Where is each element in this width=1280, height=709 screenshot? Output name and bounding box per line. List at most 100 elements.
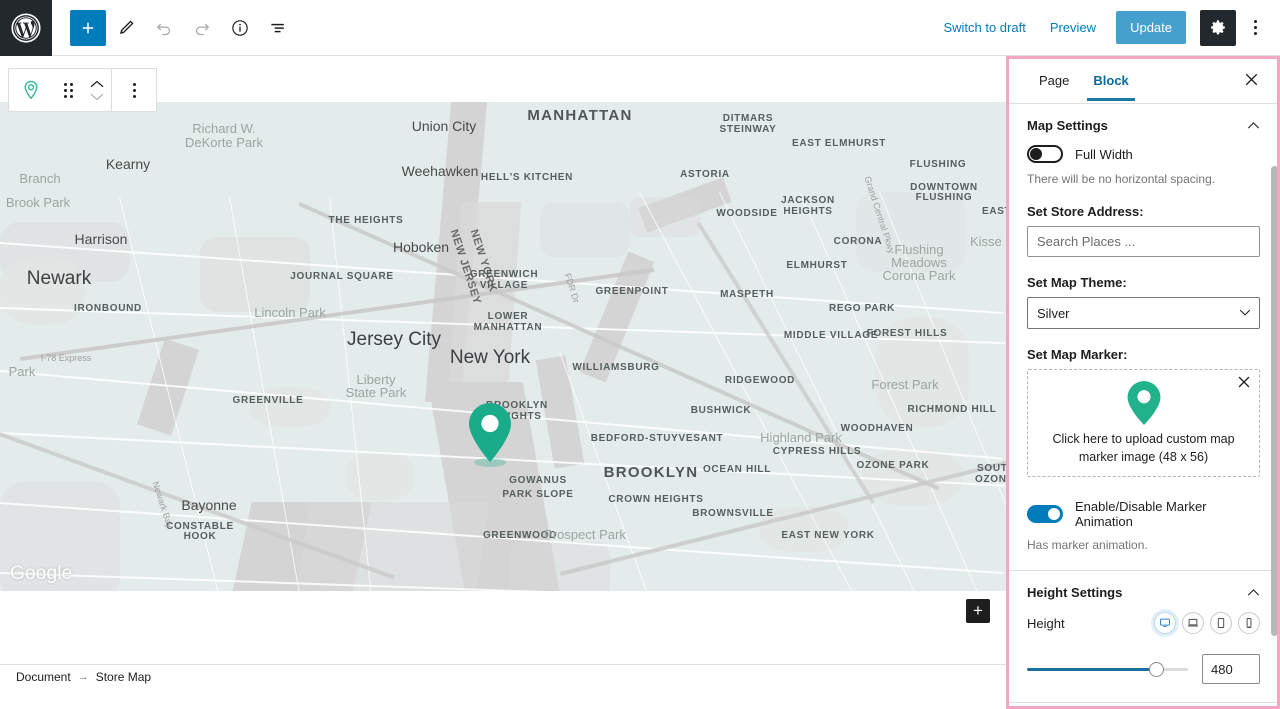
preview-button[interactable]: Preview (1040, 14, 1106, 41)
wordpress-logo-icon[interactable] (0, 0, 52, 56)
grip-dots (63, 82, 73, 98)
close-icon (1245, 73, 1257, 86)
height-device-row: Height (1027, 612, 1260, 634)
map-label: Prospect Park (544, 527, 626, 542)
map-label: HELL'S KITCHEN (480, 172, 574, 183)
tab-page[interactable]: Page (1027, 58, 1081, 101)
edit-pencil-button[interactable] (108, 10, 144, 46)
kebab-menu-icon (1253, 20, 1257, 35)
breadcrumb-store-map[interactable]: Store Map (96, 670, 151, 684)
redo-button[interactable] (184, 10, 220, 46)
drag-handle-icon[interactable] (53, 69, 83, 111)
chevron-down-icon (90, 93, 104, 100)
map-label: Bayonne (181, 497, 237, 513)
slider-thumb[interactable] (1148, 662, 1164, 677)
map-label: MANHATTAN (527, 107, 633, 124)
map-label: BROWNSVILLE (692, 508, 774, 519)
list-view-button[interactable] (260, 10, 296, 46)
map-label: WILLIAMSBURG (572, 362, 660, 373)
height-slider[interactable] (1027, 659, 1188, 679)
tab-block[interactable]: Block (1081, 58, 1140, 101)
block-appender-button[interactable]: + (966, 599, 990, 623)
panel-map-settings-header[interactable]: Map Settings (1027, 118, 1260, 133)
laptop-icon (1187, 618, 1199, 627)
marker-animation-toggle[interactable] (1027, 505, 1063, 523)
map-label: CORONA (833, 236, 883, 247)
map-label: EAST NEW YORK (781, 530, 875, 541)
map-label: Corona Park (882, 268, 956, 283)
mobile-icon (1246, 618, 1252, 628)
map-label: LOWER (487, 311, 529, 322)
switch-to-draft-button[interactable]: Switch to draft (933, 14, 1035, 41)
grey-area-2 (540, 202, 630, 257)
block-options-button[interactable] (112, 69, 156, 111)
map-pin-icon (1127, 380, 1160, 425)
settings-sidebar: Page Block Map Settings Full Width There… (1006, 56, 1280, 709)
map-label: EAST ELMHURST (791, 138, 887, 149)
search-places-input[interactable] (1027, 226, 1260, 257)
map-label: Harrison (74, 231, 128, 247)
map-label: GREENPOINT (595, 286, 669, 297)
top-bar-tools (52, 9, 296, 46)
device-tablet-button[interactable] (1210, 612, 1232, 634)
device-desktop-button[interactable] (1154, 612, 1176, 634)
marker-upload-dropzone[interactable]: Click here to upload custom map marker i… (1027, 369, 1260, 477)
info-icon-button[interactable] (222, 10, 258, 46)
remove-marker-button[interactable] (1237, 375, 1251, 392)
map-theme-value: Silver (1037, 305, 1070, 321)
editor-canvas: Union City MANHATTAN DITMARS STEINWAY EAST E… (0, 56, 1006, 688)
block-mover-buttons[interactable] (83, 69, 111, 111)
block-toolbar-main (9, 69, 111, 111)
map-marker-icon[interactable] (9, 69, 53, 111)
google-attribution: Google (10, 563, 73, 584)
map-label: GREENWICH (469, 269, 539, 280)
breadcrumb-document[interactable]: Document (16, 670, 71, 684)
map-label: STEINWAY (719, 124, 777, 135)
map-label: PARK SLOPE (502, 489, 574, 500)
sidebar-scrollbar[interactable] (1271, 166, 1278, 636)
map-label: OZONE (975, 474, 1006, 485)
map-label: SOUT (977, 463, 1006, 474)
map-label: ASTORIA (680, 169, 730, 180)
map-theme-select-wrap: Silver (1027, 297, 1260, 329)
toggle-knob (1030, 148, 1042, 160)
more-options-button[interactable] (1240, 10, 1270, 46)
map-label: GREENVILLE (232, 395, 304, 406)
map-label: EAST F (982, 206, 1006, 217)
height-value-input[interactable] (1202, 654, 1260, 684)
map-label: BROOKLYN (603, 464, 699, 481)
panel-title: Map Settings (1027, 118, 1108, 133)
map-label: WOODHAVEN (840, 423, 914, 434)
close-sidebar-button[interactable] (1238, 68, 1264, 94)
chevron-up-icon (1247, 589, 1260, 596)
sidebar-tabs: Page Block (1007, 56, 1280, 104)
map-label: RICHMOND HILL (907, 404, 997, 415)
map-theme-select[interactable]: Silver (1027, 297, 1260, 329)
full-width-row: Full Width (1027, 145, 1260, 163)
map-label: Newark (26, 268, 92, 289)
map-label: REGO PARK (828, 303, 896, 314)
map-label: MANHATTAN (473, 322, 543, 333)
store-map-block[interactable]: Union City MANHATTAN DITMARS STEINWAY EAST E… (0, 102, 1006, 591)
undo-button[interactable] (146, 10, 182, 46)
map-label: DITMARS (722, 113, 774, 124)
device-laptop-button[interactable] (1182, 612, 1204, 634)
map-label: IRONBOUND (74, 303, 142, 314)
panel-height-settings-header[interactable]: Height Settings (1027, 585, 1260, 600)
settings-gear-button[interactable] (1200, 9, 1236, 46)
marker-animation-label: Enable/Disable Marker Animation (1075, 499, 1207, 529)
map-label: BEDFORD-STUYVESANT (590, 433, 724, 444)
add-block-button[interactable] (70, 9, 106, 46)
device-mobile-button[interactable] (1238, 612, 1260, 634)
editor-top-bar: Switch to draft Preview Update (0, 0, 1280, 56)
chevron-up-icon (1247, 122, 1260, 129)
map-label: State Park (345, 385, 407, 400)
update-button[interactable]: Update (1116, 11, 1186, 44)
map-label: WOODSIDE (716, 208, 778, 219)
slider-fill (1027, 668, 1156, 671)
full-width-toggle[interactable] (1027, 145, 1063, 163)
map-label: CROWN HEIGHTS (608, 494, 704, 505)
close-icon (1238, 376, 1250, 388)
map-label: RIDGEWOOD (724, 375, 796, 386)
top-bar-actions: Switch to draft Preview Update (933, 9, 1280, 46)
